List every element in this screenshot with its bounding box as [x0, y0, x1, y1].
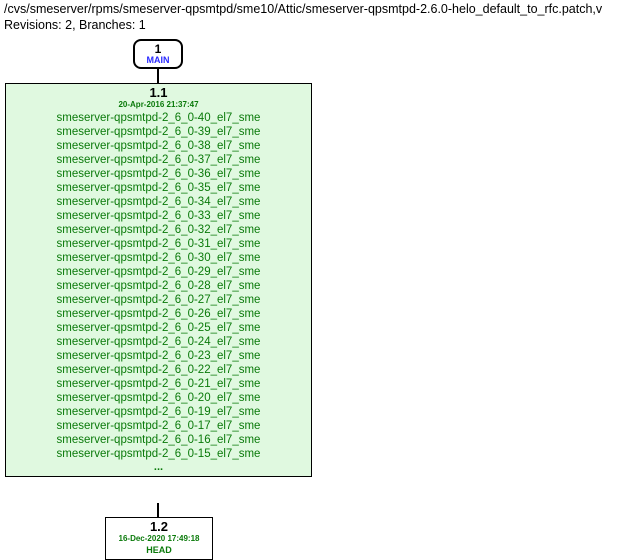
tag-item: smeserver-qpsmtpd-2_6_0-31_el7_sme: [57, 237, 261, 251]
revision-node-1-1[interactable]: 1.1 20-Apr-2016 21:37:47 smeserver-qpsmt…: [5, 83, 312, 477]
head-label: HEAD: [114, 545, 204, 556]
tag-item: smeserver-qpsmtpd-2_6_0-40_el7_sme: [57, 111, 261, 125]
connector-line: [157, 69, 159, 83]
tag-item: smeserver-qpsmtpd-2_6_0-25_el7_sme: [57, 321, 261, 335]
tag-item: smeserver-qpsmtpd-2_6_0-29_el7_sme: [57, 265, 261, 279]
tag-item: smeserver-qpsmtpd-2_6_0-21_el7_sme: [57, 377, 261, 391]
tag-item: smeserver-qpsmtpd-2_6_0-16_el7_sme: [57, 433, 261, 447]
tag-item: smeserver-qpsmtpd-2_6_0-28_el7_sme: [57, 279, 261, 293]
tag-item: smeserver-qpsmtpd-2_6_0-17_el7_sme: [57, 419, 261, 433]
tag-item: smeserver-qpsmtpd-2_6_0-39_el7_sme: [57, 125, 261, 139]
tag-list: smeserver-qpsmtpd-2_6_0-40_el7_smesmeser…: [14, 111, 303, 461]
tag-item: smeserver-qpsmtpd-2_6_0-32_el7_sme: [57, 223, 261, 237]
revision-number: 1.1: [14, 86, 303, 100]
revision-date: 20-Apr-2016 21:37:47: [14, 100, 303, 110]
tag-item: smeserver-qpsmtpd-2_6_0-37_el7_sme: [57, 153, 261, 167]
revision-number: 1.2: [114, 520, 204, 534]
tag-item: smeserver-qpsmtpd-2_6_0-27_el7_sme: [57, 293, 261, 307]
tag-item: smeserver-qpsmtpd-2_6_0-36_el7_sme: [57, 167, 261, 181]
tag-item: smeserver-qpsmtpd-2_6_0-23_el7_sme: [57, 349, 261, 363]
revisions-summary: Revisions: 2, Branches: 1: [0, 18, 626, 38]
tag-item: smeserver-qpsmtpd-2_6_0-34_el7_sme: [57, 195, 261, 209]
tag-item: smeserver-qpsmtpd-2_6_0-38_el7_sme: [57, 139, 261, 153]
connector-line: [157, 503, 159, 517]
revision-node-1-2[interactable]: 1.2 16-Dec-2020 17:49:18 HEAD: [105, 517, 213, 560]
tag-item: smeserver-qpsmtpd-2_6_0-24_el7_sme: [57, 335, 261, 349]
tag-item: smeserver-qpsmtpd-2_6_0-22_el7_sme: [57, 363, 261, 377]
branch-number: 1: [155, 43, 162, 55]
tag-item: smeserver-qpsmtpd-2_6_0-26_el7_sme: [57, 307, 261, 321]
ellipsis-icon: ...: [14, 461, 303, 473]
file-path: /cvs/smeserver/rpms/smeserver-qpsmtpd/sm…: [0, 0, 626, 18]
tag-item: smeserver-qpsmtpd-2_6_0-15_el7_sme: [57, 447, 261, 461]
tag-item: smeserver-qpsmtpd-2_6_0-19_el7_sme: [57, 405, 261, 419]
branch-name: MAIN: [147, 56, 170, 65]
tag-item: smeserver-qpsmtpd-2_6_0-33_el7_sme: [57, 209, 261, 223]
tag-item: smeserver-qpsmtpd-2_6_0-35_el7_sme: [57, 181, 261, 195]
tag-item: smeserver-qpsmtpd-2_6_0-30_el7_sme: [57, 251, 261, 265]
branch-node-main[interactable]: 1 MAIN: [133, 39, 183, 69]
tag-item: smeserver-qpsmtpd-2_6_0-20_el7_sme: [57, 391, 261, 405]
revision-date: 16-Dec-2020 17:49:18: [114, 534, 204, 544]
